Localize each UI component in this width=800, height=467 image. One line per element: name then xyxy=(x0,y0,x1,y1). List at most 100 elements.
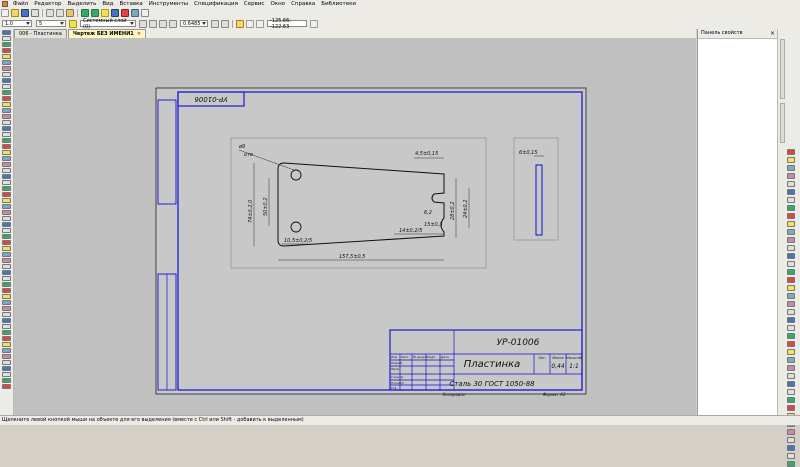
palette-tool-icon[interactable] xyxy=(2,144,11,149)
tool-icon[interactable] xyxy=(787,405,795,411)
palette-tool-icon[interactable] xyxy=(2,312,11,317)
zoom-out-icon[interactable] xyxy=(149,19,157,28)
tool-icon[interactable] xyxy=(787,445,795,451)
zoom-all-icon[interactable] xyxy=(169,19,177,28)
menu-edit[interactable]: Редактор xyxy=(31,0,64,8)
new-document-icon[interactable] xyxy=(1,9,9,17)
palette-tool-icon[interactable] xyxy=(2,66,11,71)
palette-tool-icon[interactable] xyxy=(2,282,11,287)
palette-tool-icon[interactable] xyxy=(2,162,11,167)
local-cs-icon[interactable] xyxy=(310,19,318,28)
menu-libraries[interactable]: Библиотеки xyxy=(318,0,359,8)
menu-specification[interactable]: Спецификация xyxy=(191,0,241,8)
palette-tool-icon[interactable] xyxy=(2,222,11,227)
tool-icon[interactable] xyxy=(787,277,795,283)
layer-select[interactable]: Системный слой (0) xyxy=(80,18,136,30)
tool-icon[interactable] xyxy=(787,333,795,339)
menu-select[interactable]: Выделить xyxy=(64,0,99,8)
tool-icon[interactable] xyxy=(787,357,795,363)
library-icon[interactable] xyxy=(111,9,119,17)
ortho-icon[interactable] xyxy=(256,19,264,28)
palette-tool-icon[interactable] xyxy=(2,288,11,293)
palette-tool-icon[interactable] xyxy=(2,234,11,239)
scale-select[interactable]: 1.0 xyxy=(2,20,32,27)
palette-tool-icon[interactable] xyxy=(2,168,11,173)
tool-icon[interactable] xyxy=(787,437,795,443)
menu-service[interactable]: Сервис xyxy=(241,0,268,8)
palette-tool-icon[interactable] xyxy=(2,198,11,203)
palette-tool-icon[interactable] xyxy=(2,48,11,53)
tool-icon[interactable] xyxy=(787,149,795,155)
palette-tool-icon[interactable] xyxy=(2,186,11,191)
palette-tool-icon[interactable] xyxy=(2,138,11,143)
palette-tool-icon[interactable] xyxy=(2,180,11,185)
tool-icon[interactable] xyxy=(787,461,795,467)
palette-tool-icon[interactable] xyxy=(2,42,11,47)
tool-icon[interactable] xyxy=(787,293,795,299)
palette-tool-icon[interactable] xyxy=(2,132,11,137)
palette-tool-icon[interactable] xyxy=(2,354,11,359)
tool-icon[interactable] xyxy=(787,261,795,267)
tool-icon[interactable] xyxy=(787,205,795,211)
palette-tool-icon[interactable] xyxy=(2,30,11,35)
print-icon[interactable] xyxy=(31,9,39,17)
palette-tool-icon[interactable] xyxy=(2,378,11,383)
tool-icon[interactable] xyxy=(787,341,795,347)
palette-tool-icon[interactable] xyxy=(2,306,11,311)
tool-icon[interactable] xyxy=(787,301,795,307)
tool-icon[interactable] xyxy=(787,373,795,379)
tool-icon[interactable] xyxy=(787,365,795,371)
menu-view[interactable]: Вид xyxy=(99,0,116,8)
tool-icon[interactable] xyxy=(787,197,795,203)
palette-tool-icon[interactable] xyxy=(2,90,11,95)
palette-tool-icon[interactable] xyxy=(2,264,11,269)
palette-tool-icon[interactable] xyxy=(2,318,11,323)
pan-icon[interactable] xyxy=(211,19,219,28)
tool-icon[interactable] xyxy=(787,165,795,171)
palette-tool-icon[interactable] xyxy=(2,252,11,257)
palette-tool-icon[interactable] xyxy=(2,258,11,263)
palette-tool-icon[interactable] xyxy=(2,372,11,377)
palette-tool-icon[interactable] xyxy=(2,150,11,155)
palette-tool-icon[interactable] xyxy=(2,54,11,59)
palette-tool-icon[interactable] xyxy=(2,228,11,233)
manager-icon[interactable] xyxy=(121,9,129,17)
palette-tool-icon[interactable] xyxy=(2,120,11,125)
tool-icon[interactable] xyxy=(787,237,795,243)
copy-icon[interactable] xyxy=(56,9,64,17)
palette-tool-icon[interactable] xyxy=(2,324,11,329)
snap-icon[interactable] xyxy=(236,19,244,28)
menu-tools[interactable]: Инструменты xyxy=(146,0,191,8)
palette-tool-icon[interactable] xyxy=(2,360,11,365)
side-tab-views[interactable] xyxy=(780,39,785,99)
tool-icon[interactable] xyxy=(787,453,795,459)
palette-tool-icon[interactable] xyxy=(2,102,11,107)
zoom-window-icon[interactable] xyxy=(159,19,167,28)
tool-icon[interactable] xyxy=(787,349,795,355)
tool-icon[interactable] xyxy=(787,381,795,387)
palette-tool-icon[interactable] xyxy=(2,270,11,275)
tool-icon[interactable] xyxy=(787,189,795,195)
menu-window[interactable]: Окно xyxy=(267,0,288,8)
palette-tool-icon[interactable] xyxy=(2,96,11,101)
palette-tool-icon[interactable] xyxy=(2,366,11,371)
palette-tool-icon[interactable] xyxy=(2,60,11,65)
tool-icon[interactable] xyxy=(787,213,795,219)
palette-tool-icon[interactable] xyxy=(2,174,11,179)
menu-help[interactable]: Справка xyxy=(288,0,318,8)
palette-tool-icon[interactable] xyxy=(2,300,11,305)
redo-icon[interactable] xyxy=(91,9,99,17)
palette-tool-icon[interactable] xyxy=(2,294,11,299)
tool-icon[interactable] xyxy=(787,397,795,403)
tool-icon[interactable] xyxy=(787,229,795,235)
tab-drawing-unnamed[interactable]: Чертеж БЕЗ ИМЕНИ1 ✕ xyxy=(67,29,146,38)
zoom-in-icon[interactable] xyxy=(139,19,147,28)
variables-icon[interactable] xyxy=(131,9,139,17)
palette-tool-icon[interactable] xyxy=(2,192,11,197)
palette-tool-icon[interactable] xyxy=(2,126,11,131)
properties-icon[interactable] xyxy=(101,9,109,17)
grid-icon[interactable] xyxy=(246,19,254,28)
tool-icon[interactable] xyxy=(787,389,795,395)
step-select[interactable]: 5 xyxy=(36,20,66,27)
menu-insert[interactable]: Вставка xyxy=(116,0,145,8)
